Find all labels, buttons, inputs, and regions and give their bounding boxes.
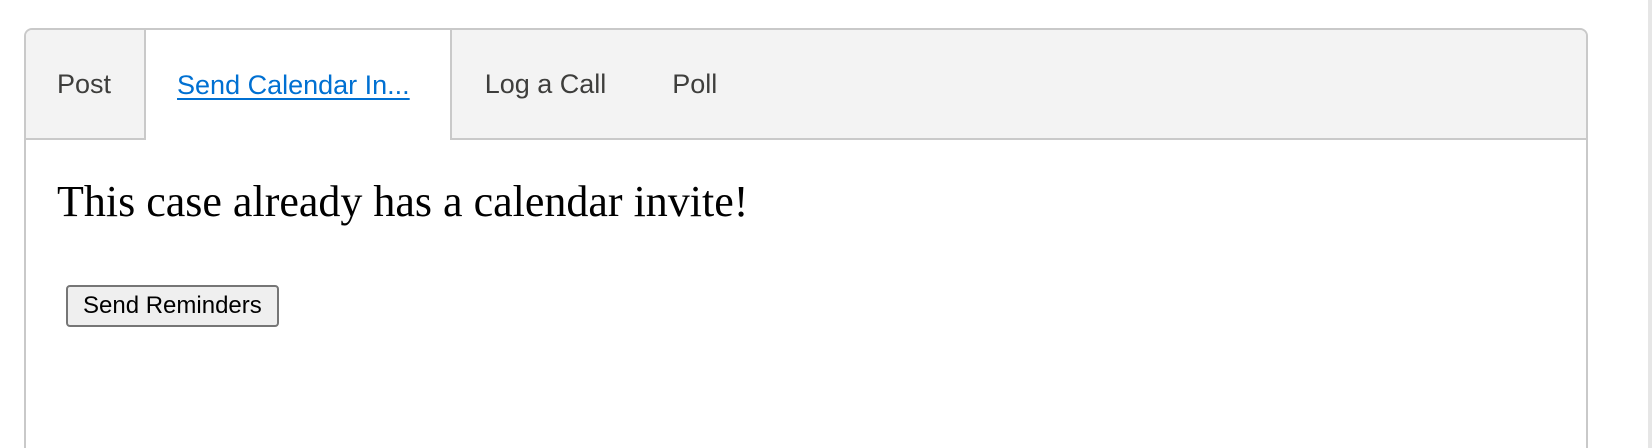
page-scrollbar[interactable] <box>1648 0 1652 448</box>
tab-log-a-call[interactable]: Log a Call <box>452 30 640 138</box>
send-reminders-button[interactable]: Send Reminders <box>66 285 279 327</box>
tab-send-calendar-invite[interactable]: Send Calendar In... <box>144 30 452 140</box>
tab-post-label: Post <box>57 68 112 99</box>
publisher-panel: Post Send Calendar In... Log a Call Poll… <box>24 28 1588 448</box>
tab-send-calendar-invite-label: Send Calendar In... <box>177 69 410 100</box>
tab-poll[interactable]: Poll <box>639 30 750 138</box>
tab-bar: Post Send Calendar In... Log a Call Poll <box>26 30 1586 140</box>
tab-post[interactable]: Post <box>26 30 144 138</box>
page-heading: This case already has a calendar invite! <box>57 177 749 226</box>
tab-poll-label: Poll <box>672 68 718 99</box>
tab-log-a-call-label: Log a Call <box>484 68 607 99</box>
tab-content: This case already has a calendar invite! <box>57 180 748 224</box>
page: Post Send Calendar In... Log a Call Poll… <box>0 0 1652 448</box>
